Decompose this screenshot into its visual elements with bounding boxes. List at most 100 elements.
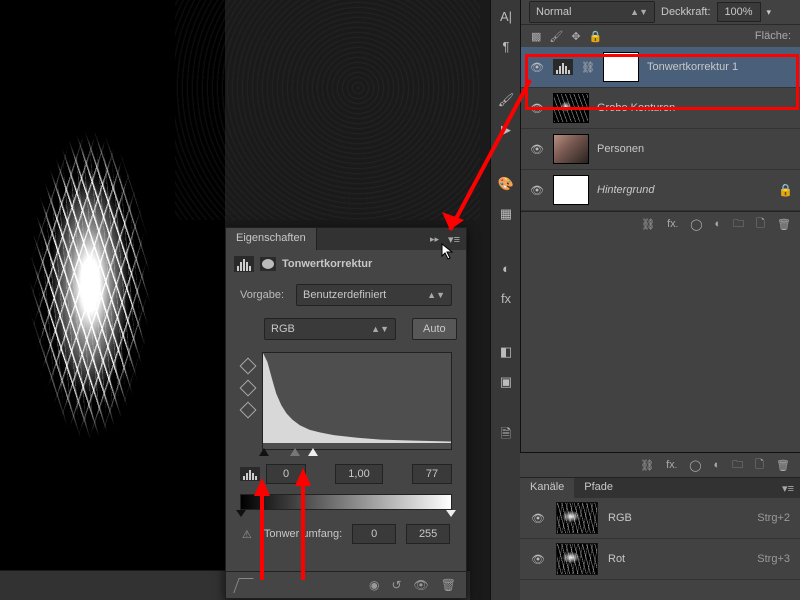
- clip-to-layer-icon[interactable]: [233, 578, 253, 593]
- visibility-toggle-icon[interactable]: 👁: [529, 141, 545, 157]
- lock-all-icon[interactable]: 🔒: [589, 30, 603, 43]
- adjustments-panel-icon[interactable]: ◐: [496, 258, 516, 278]
- reset-icon[interactable]: ↺: [391, 578, 401, 592]
- panel-collapse-icon[interactable]: ▸▸: [427, 228, 442, 250]
- levels-thumb-icon: [553, 59, 573, 75]
- channel-row[interactable]: 👁 RGB Strg+2: [520, 498, 800, 539]
- layer-effects-icon[interactable]: fx.: [666, 459, 677, 471]
- channel-shortcut: Strg+3: [757, 553, 790, 565]
- channel-thumb[interactable]: [556, 543, 598, 575]
- layers-footer: ⛓ fx. ◯ ◐ 🗀 🗋 🗑: [521, 211, 800, 236]
- lock-position-icon[interactable]: ✥: [571, 30, 580, 43]
- new-layer-icon[interactable]: 🗋: [755, 456, 764, 475]
- new-adjustment-icon[interactable]: ◐: [715, 218, 722, 230]
- swatches-panel-icon[interactable]: 🎨: [496, 174, 516, 194]
- black-slider-handle[interactable]: [259, 448, 269, 456]
- visibility-toggle-icon[interactable]: 👁: [530, 510, 546, 526]
- layers-options-row: Normal ▲▼ Deckkraft: 100% ▾: [521, 0, 800, 25]
- visibility-toggle-icon[interactable]: 👁: [529, 100, 545, 116]
- layer-effects-icon[interactable]: fx.: [667, 218, 678, 230]
- tab-paths[interactable]: Pfade: [574, 478, 623, 498]
- view-previous-icon[interactable]: ◉: [369, 578, 379, 592]
- add-mask-icon[interactable]: ◯: [690, 218, 702, 231]
- layer-name[interactable]: Personen: [597, 143, 793, 155]
- gray-slider-handle[interactable]: [290, 448, 300, 456]
- input-sliders[interactable]: [264, 450, 428, 460]
- lock-transparent-icon[interactable]: ▩: [531, 30, 541, 43]
- output-white-field[interactable]: 255: [406, 524, 450, 544]
- channel-row[interactable]: 👁 Rot Strg+3: [520, 539, 800, 580]
- opacity-field[interactable]: 100%: [717, 2, 761, 22]
- input-black-field[interactable]: 0: [266, 464, 306, 484]
- output-black-field[interactable]: 0: [352, 524, 396, 544]
- styles-panel-icon[interactable]: ▦: [496, 204, 516, 224]
- panel-menu-icon[interactable]: ▾≡: [442, 228, 466, 250]
- navigator-icon[interactable]: ◧: [496, 342, 516, 362]
- auto-button[interactable]: Auto: [412, 318, 457, 340]
- tab-channels[interactable]: Kanäle: [520, 478, 574, 498]
- blend-mode-select[interactable]: Normal ▲▼: [529, 1, 655, 23]
- layer-name[interactable]: Tonwertkorrektur 1: [647, 61, 793, 73]
- black-point-eyedropper-icon[interactable]: [240, 358, 254, 372]
- paragraph-panel-icon[interactable]: ¶: [496, 36, 516, 56]
- character-panel-icon[interactable]: A|: [496, 6, 516, 26]
- preset-value: Benutzerdefiniert: [303, 289, 386, 301]
- document-canvas-dark[interactable]: [175, 0, 480, 220]
- link-layers-icon[interactable]: ⛓: [641, 218, 655, 231]
- delete-layer-icon[interactable]: 🗑: [777, 218, 791, 231]
- output-gradient[interactable]: [240, 494, 452, 510]
- levels-icon: [234, 256, 254, 272]
- toggle-visibility-icon[interactable]: 👁: [414, 578, 429, 592]
- mask-icon[interactable]: [260, 257, 276, 271]
- new-group-icon[interactable]: 🗀: [732, 456, 743, 475]
- channel-thumb[interactable]: [556, 502, 598, 534]
- warning-icon: ⚠: [242, 528, 254, 540]
- layer-row[interactable]: 👁 Grobe Konturen: [521, 88, 800, 129]
- output-label: Tonwer umfang:: [264, 528, 342, 540]
- channel-select[interactable]: RGB ▲▼: [264, 318, 396, 340]
- preset-select[interactable]: Benutzerdefiniert ▲▼: [296, 284, 452, 306]
- opacity-chevron-icon[interactable]: ▾: [767, 7, 772, 18]
- layer-thumb[interactable]: [553, 93, 589, 123]
- channel-name: RGB: [608, 512, 747, 524]
- link-icon[interactable]: ⛓: [581, 61, 595, 74]
- panel-menu-icon[interactable]: ▾≡: [776, 478, 800, 498]
- chevron-down-icon: ▲▼: [630, 7, 648, 17]
- visibility-toggle-icon[interactable]: 👁: [529, 59, 545, 75]
- histogram[interactable]: [262, 352, 452, 450]
- lock-pixels-icon[interactable]: 🖌: [549, 30, 563, 43]
- input-mid-field[interactable]: 1,00: [335, 464, 383, 484]
- delete-layer-icon[interactable]: 🗑: [776, 459, 790, 472]
- properties-tab[interactable]: Eigenschaften: [226, 228, 317, 250]
- add-mask-icon[interactable]: ◯: [689, 459, 701, 472]
- new-group-icon[interactable]: 🗀: [733, 215, 744, 234]
- chevron-down-icon: ▲▼: [371, 324, 389, 334]
- link-layers-icon[interactable]: ⛓: [640, 459, 654, 472]
- layer-name[interactable]: Grobe Konturen: [597, 102, 793, 114]
- white-slider-handle[interactable]: [308, 448, 318, 456]
- layer-thumb[interactable]: [553, 134, 589, 164]
- layer-row[interactable]: 👁 Hintergrund 🔒: [521, 170, 800, 211]
- layer-row[interactable]: 👁 Personen: [521, 129, 800, 170]
- brush-panel-icon[interactable]: 🖌: [496, 90, 516, 110]
- output-white-handle[interactable]: [446, 510, 456, 517]
- delete-icon[interactable]: 🗑: [441, 578, 456, 592]
- visibility-toggle-icon[interactable]: 👁: [530, 551, 546, 567]
- lock-icon: 🔒: [778, 183, 793, 197]
- play-icon[interactable]: ▶: [496, 120, 516, 140]
- white-point-eyedropper-icon[interactable]: [240, 402, 254, 416]
- gray-point-eyedropper-icon[interactable]: [240, 380, 254, 394]
- new-layer-icon[interactable]: 🗋: [756, 215, 765, 234]
- layer-mask-thumb[interactable]: [603, 52, 639, 82]
- lock-row: ▩ 🖌 ✥ 🔒 Fläche:: [521, 25, 800, 47]
- info-panel-icon[interactable]: ▣: [496, 372, 516, 392]
- output-black-handle[interactable]: [236, 510, 246, 517]
- layer-name[interactable]: Hintergrund: [597, 184, 770, 196]
- history-panel-icon[interactable]: 🗎: [496, 426, 516, 446]
- layers-mini-icon[interactable]: fx: [496, 288, 516, 308]
- new-adjustment-icon[interactable]: ◐: [714, 459, 721, 471]
- layer-thumb[interactable]: [553, 175, 589, 205]
- input-white-field[interactable]: 77: [412, 464, 452, 484]
- visibility-toggle-icon[interactable]: 👁: [529, 182, 545, 198]
- layer-row[interactable]: 👁 ⛓ Tonwertkorrektur 1: [521, 47, 800, 88]
